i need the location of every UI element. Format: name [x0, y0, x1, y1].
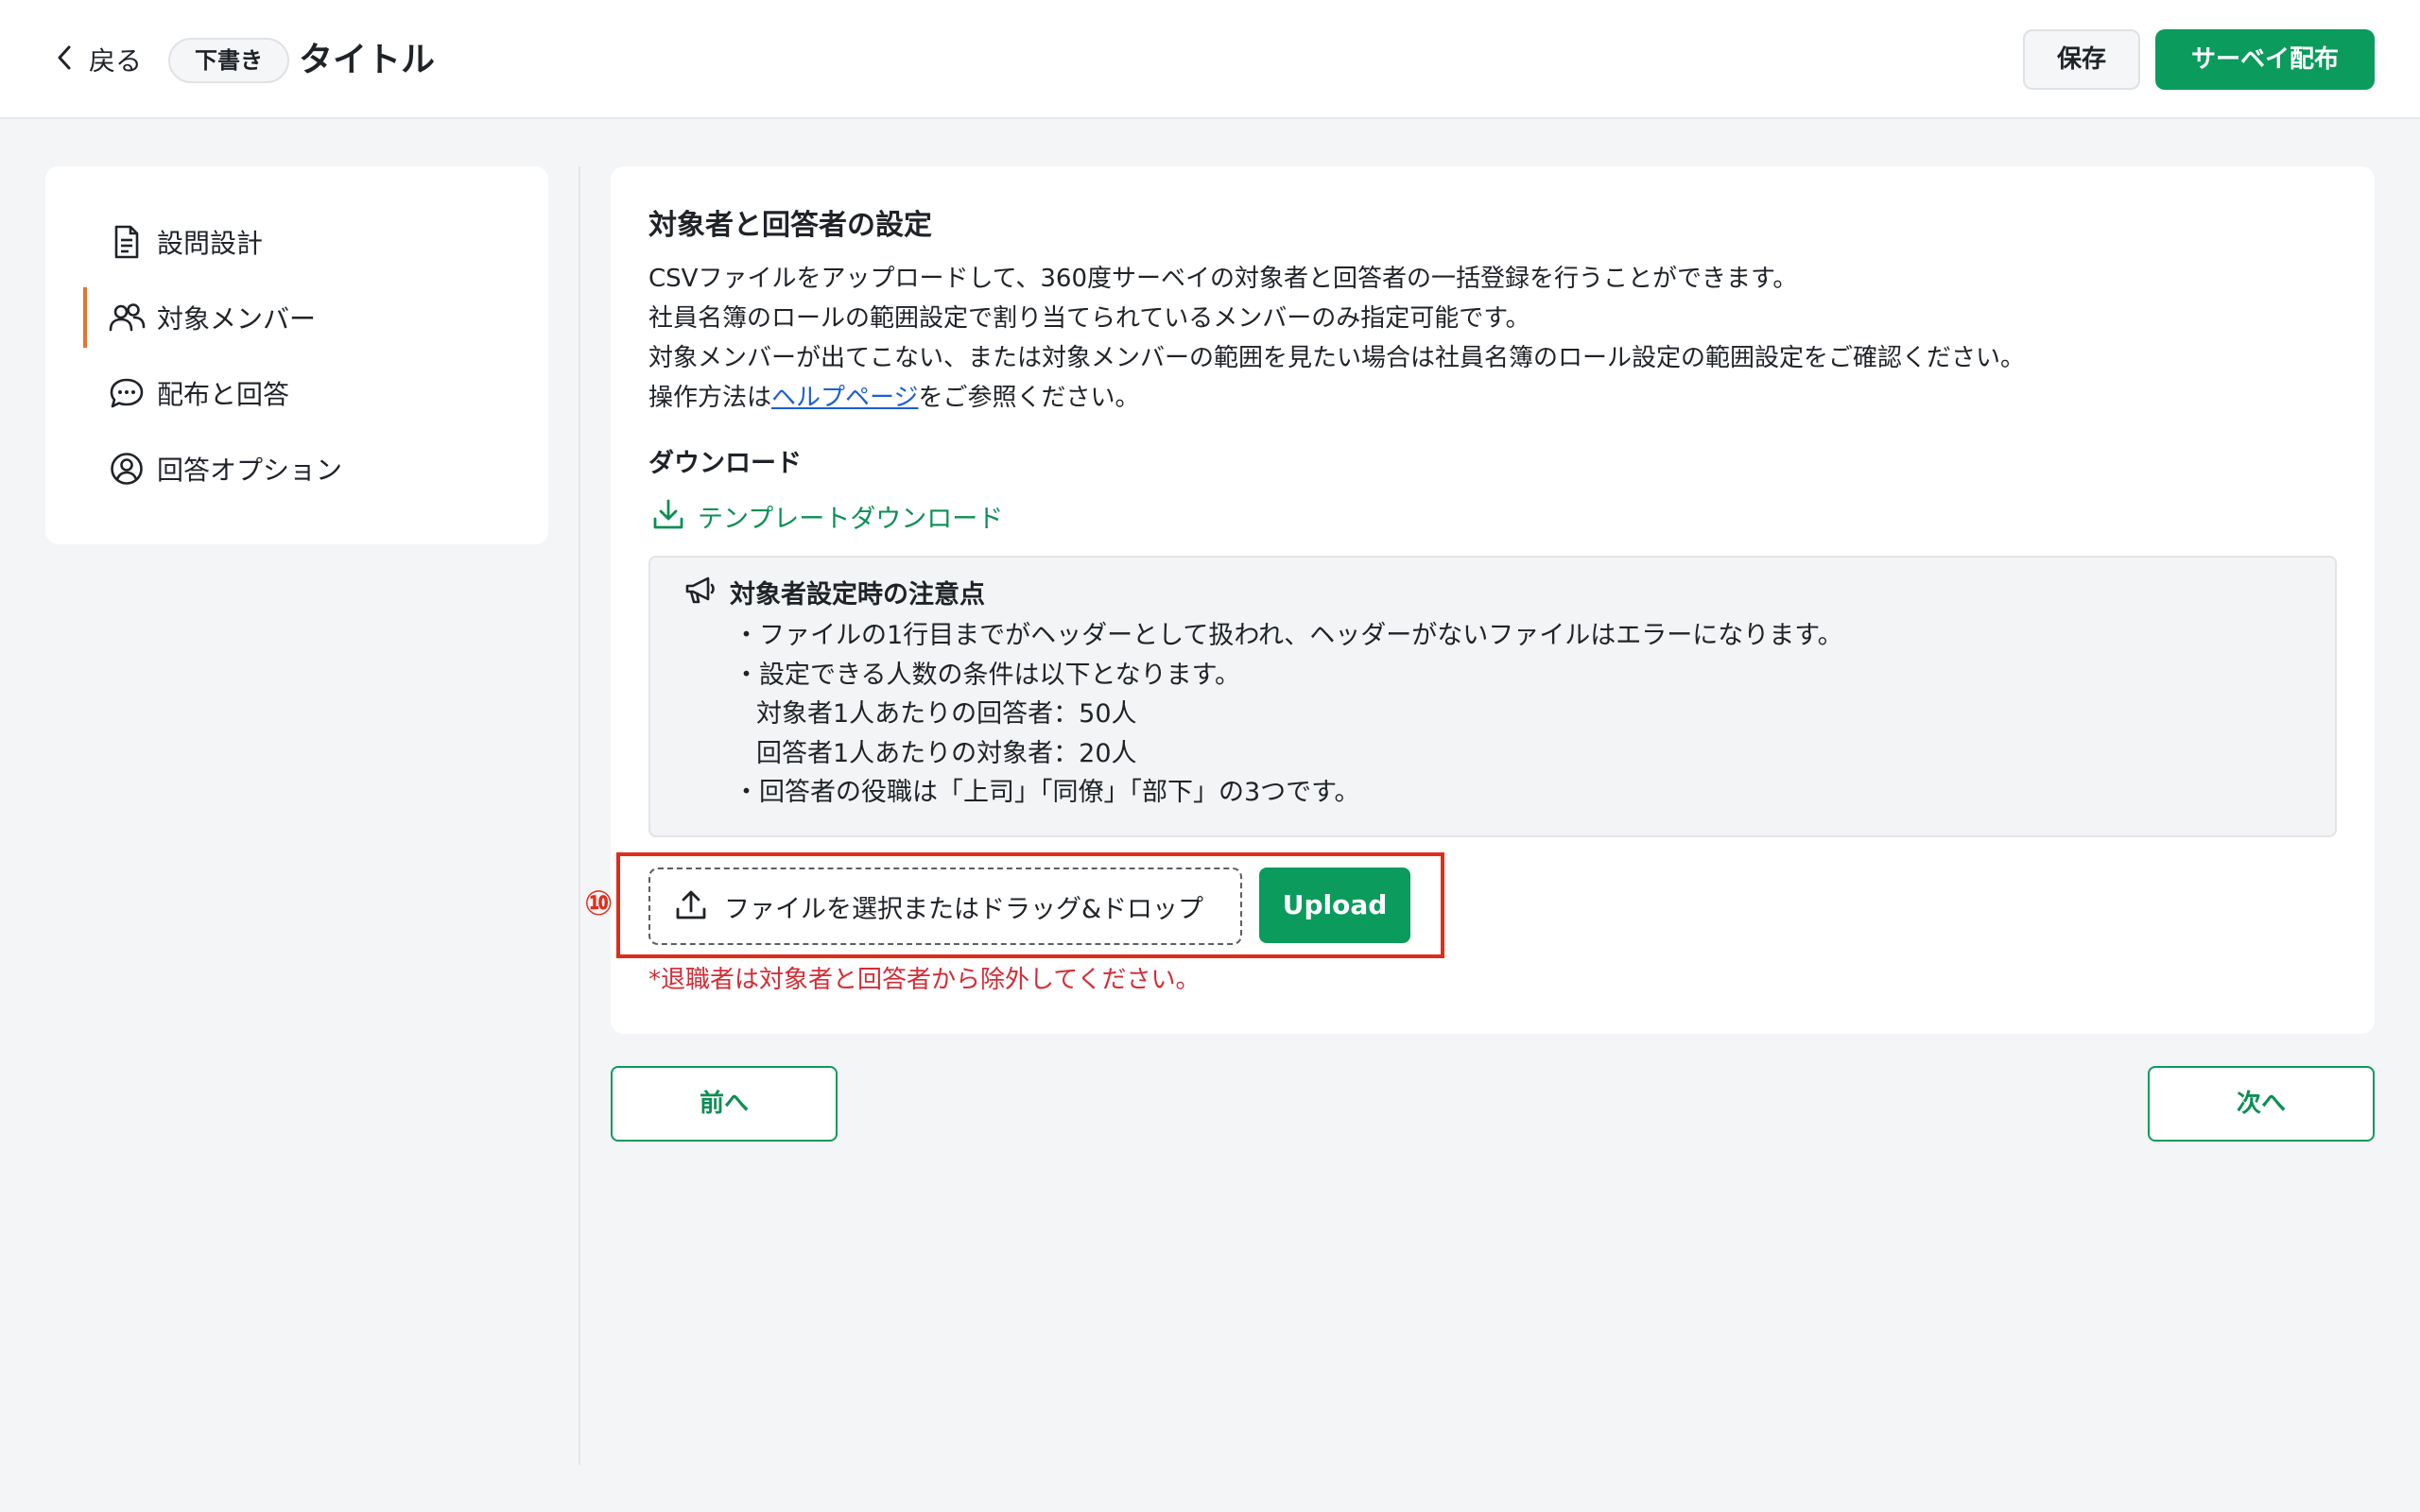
notice-item: 回答者1人あたりの対象者：20人: [756, 738, 1137, 768]
document-icon: [108, 223, 146, 261]
notice-box: 対象者設定時の注意点 ・ファイルの1行目までがヘッダーとして扱われ、ヘッダーがな…: [648, 556, 2337, 837]
top-bar: 戻る 下書き タイトル 保存 サーベイ配布: [0, 0, 2420, 119]
file-dropzone[interactable]: ファイルを選択またはドラッグ&ドロップ: [648, 868, 1242, 945]
dropzone-label: ファイルを選択またはドラッグ&ドロップ: [724, 894, 1204, 924]
next-button[interactable]: 次へ: [2148, 1066, 2375, 1142]
help-page-link[interactable]: ヘルプページ: [771, 384, 918, 412]
users-icon: [108, 299, 146, 336]
template-download-label: テンプレートダウンロード: [698, 504, 1004, 534]
sidebar-item-label: 回答オプション: [157, 455, 343, 486]
callout-number: ⑩: [584, 885, 614, 923]
save-button[interactable]: 保存: [2023, 29, 2140, 90]
prev-button[interactable]: 前へ: [611, 1066, 838, 1142]
description-line: 社員名簿のロールの範囲設定で割り当てられているメンバーのみ指定可能です。: [648, 304, 1530, 333]
settings-card: 対象者と回答者の設定 CSVファイルをアップロードして、360度サーベイの対象者…: [584, 166, 2375, 1034]
upload-icon: [675, 888, 707, 924]
download-heading: ダウンロード: [648, 449, 802, 478]
chat-icon: [108, 374, 146, 412]
sidebar-item-distribution[interactable]: 配布と回答: [45, 363, 548, 423]
sidebar-item-label: 配布と回答: [157, 379, 290, 410]
sidebar-item-answer-options[interactable]: 回答オプション: [45, 438, 548, 499]
notice-header: 対象者設定時の注意点: [684, 571, 985, 612]
upload-section: 対象者設定時の注意点 ・ファイルの1行目までがヘッダーとして扱われ、ヘッダーがな…: [584, 556, 2337, 1004]
user-circle-icon: [108, 450, 146, 488]
description-line: 操作方法はヘルプページをご参照ください。: [648, 378, 2025, 418]
sidebar-item-question-design[interactable]: 設問設計: [45, 212, 548, 272]
description-line: 対象メンバーが出てこない、または対象メンバーの範囲を見たい場合は社員名簿のロール…: [648, 344, 2026, 372]
notice-item: 対象者1人あたりの回答者：50人: [756, 699, 1137, 729]
back-label: 戻る: [89, 45, 143, 77]
upload-button[interactable]: Upload: [1259, 868, 1410, 943]
notice-item: ・ファイルの1行目までがヘッダーとして扱われ、ヘッダーがないファイルはエラーにな…: [734, 621, 1843, 650]
back-button[interactable]: 戻る: [53, 36, 142, 83]
page-title: タイトル: [299, 41, 436, 79]
section-heading: 対象者と回答者の設定: [648, 209, 932, 242]
notice-item: ・回答者の役職は「上司」「同僚」「部下」の3つです。: [734, 778, 1360, 807]
warning-text: *退職者は対象者と回答者から除外してください。: [648, 966, 1201, 994]
template-download-link[interactable]: テンプレートダウンロード: [652, 495, 1003, 537]
sidebar: 設問設計 対象メンバー 配布と回答 回答オプション: [45, 166, 548, 544]
description-line: CSVファイルをアップロードして、360度サーベイの対象者と回答者の一括登録を行…: [648, 265, 1798, 293]
status-badge: 下書き: [168, 38, 289, 83]
help-prefix: 操作方法は: [648, 384, 772, 412]
notice-title: 対象者設定時の注意点: [730, 579, 985, 610]
chevron-left-icon: [53, 43, 76, 76]
help-suffix: をご参照ください。: [918, 384, 1140, 412]
distribute-survey-button[interactable]: サーベイ配布: [2155, 29, 2375, 90]
notice-item: ・設定できる人数の条件は以下となります。: [734, 660, 1240, 690]
sidebar-item-label: 設問設計: [157, 228, 264, 259]
sidebar-item-label: 対象メンバー: [157, 303, 317, 335]
description: CSVファイルをアップロードして、360度サーベイの対象者と回答者の一括登録を行…: [648, 259, 2025, 418]
download-icon: [652, 498, 684, 534]
megaphone-icon: [684, 575, 717, 609]
notice-list: ・ファイルの1行目までがヘッダーとして扱われ、ヘッダーがないファイルはエラーにな…: [734, 616, 1843, 813]
divider: [579, 166, 580, 1465]
sidebar-item-target-members[interactable]: 対象メンバー: [45, 287, 548, 348]
